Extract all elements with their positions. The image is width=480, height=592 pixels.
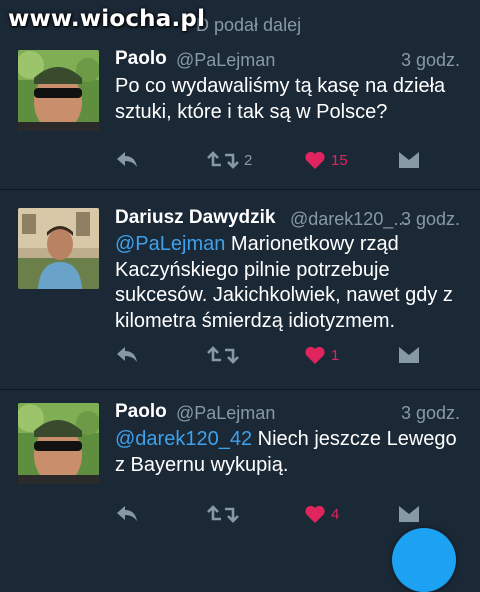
author-handle[interactable]: @PaLejman	[176, 403, 275, 424]
direct-message-button[interactable]	[398, 343, 420, 367]
timestamp[interactable]: 3 godz.	[401, 209, 460, 230]
retweet-context: D podał dalej	[196, 15, 302, 35]
retweet-button[interactable]	[207, 502, 244, 526]
tweet-body: Po co wydawaliśmy tą kasę na dzieła sztu…	[115, 75, 446, 123]
compose-tweet-button[interactable]	[392, 528, 456, 592]
reply-icon	[117, 506, 137, 521]
envelope-icon	[399, 506, 419, 522]
avatar[interactable]	[18, 50, 99, 131]
like-count: 4	[331, 505, 340, 523]
retweet-button[interactable]	[207, 343, 244, 367]
heart-icon	[305, 151, 325, 169]
retweet-icon	[207, 505, 239, 523]
reply-icon	[117, 347, 137, 362]
tweet-text: @darek120_42 Niech jeszcze Lewego z Baye…	[115, 427, 470, 478]
like-button[interactable]: 1	[304, 343, 339, 367]
author-handle[interactable]: @darek120_...	[290, 209, 408, 230]
avatar[interactable]	[18, 403, 99, 484]
heart-icon	[305, 505, 325, 523]
author-handle[interactable]: @PaLejman	[176, 50, 275, 71]
mention-link[interactable]: @PaLejman	[115, 233, 225, 255]
watermark: www.wiocha.pl	[8, 6, 206, 32]
timestamp[interactable]: 3 godz.	[401, 50, 460, 71]
tweet-text: Po co wydawaliśmy tą kasę na dzieła sztu…	[115, 74, 470, 125]
envelope-icon	[399, 152, 419, 168]
tweet-2[interactable]: Dariusz Dawydzik @darek120_... 3 godz. @…	[0, 190, 480, 390]
like-button[interactable]: 15	[304, 148, 348, 172]
retweet-icon	[207, 151, 239, 169]
like-button[interactable]: 4	[304, 502, 339, 526]
envelope-icon	[399, 347, 419, 363]
reply-button[interactable]	[115, 502, 139, 526]
retweet-button[interactable]: 2	[207, 148, 252, 172]
heart-icon	[305, 346, 325, 364]
reply-icon	[117, 152, 137, 167]
retweet-count: 2	[244, 151, 253, 169]
tweet-actions: 4	[0, 502, 480, 526]
reply-button[interactable]	[115, 343, 139, 367]
reply-button[interactable]	[115, 148, 139, 172]
like-count: 15	[331, 151, 348, 169]
like-count: 1	[331, 346, 340, 364]
retweet-icon	[207, 346, 239, 364]
tweet-3[interactable]: Paolo @PaLejman 3 godz. @darek120_42 Nie…	[0, 390, 480, 544]
avatar[interactable]	[18, 208, 99, 289]
direct-message-button[interactable]	[398, 502, 420, 526]
mention-link[interactable]: @darek120_42	[115, 428, 252, 450]
direct-message-button[interactable]	[398, 148, 420, 172]
tweet-actions: 2 15	[0, 148, 480, 172]
author-name[interactable]: Paolo	[115, 48, 167, 70]
tweet-text: @PaLejman Marionetkowy rząd Kaczyńskiego…	[115, 232, 470, 334]
author-name[interactable]: Paolo	[115, 401, 167, 423]
tweet-actions: 1	[0, 343, 480, 367]
author-name[interactable]: Dariusz Dawydzik	[115, 207, 276, 229]
timestamp[interactable]: 3 godz.	[401, 403, 460, 424]
